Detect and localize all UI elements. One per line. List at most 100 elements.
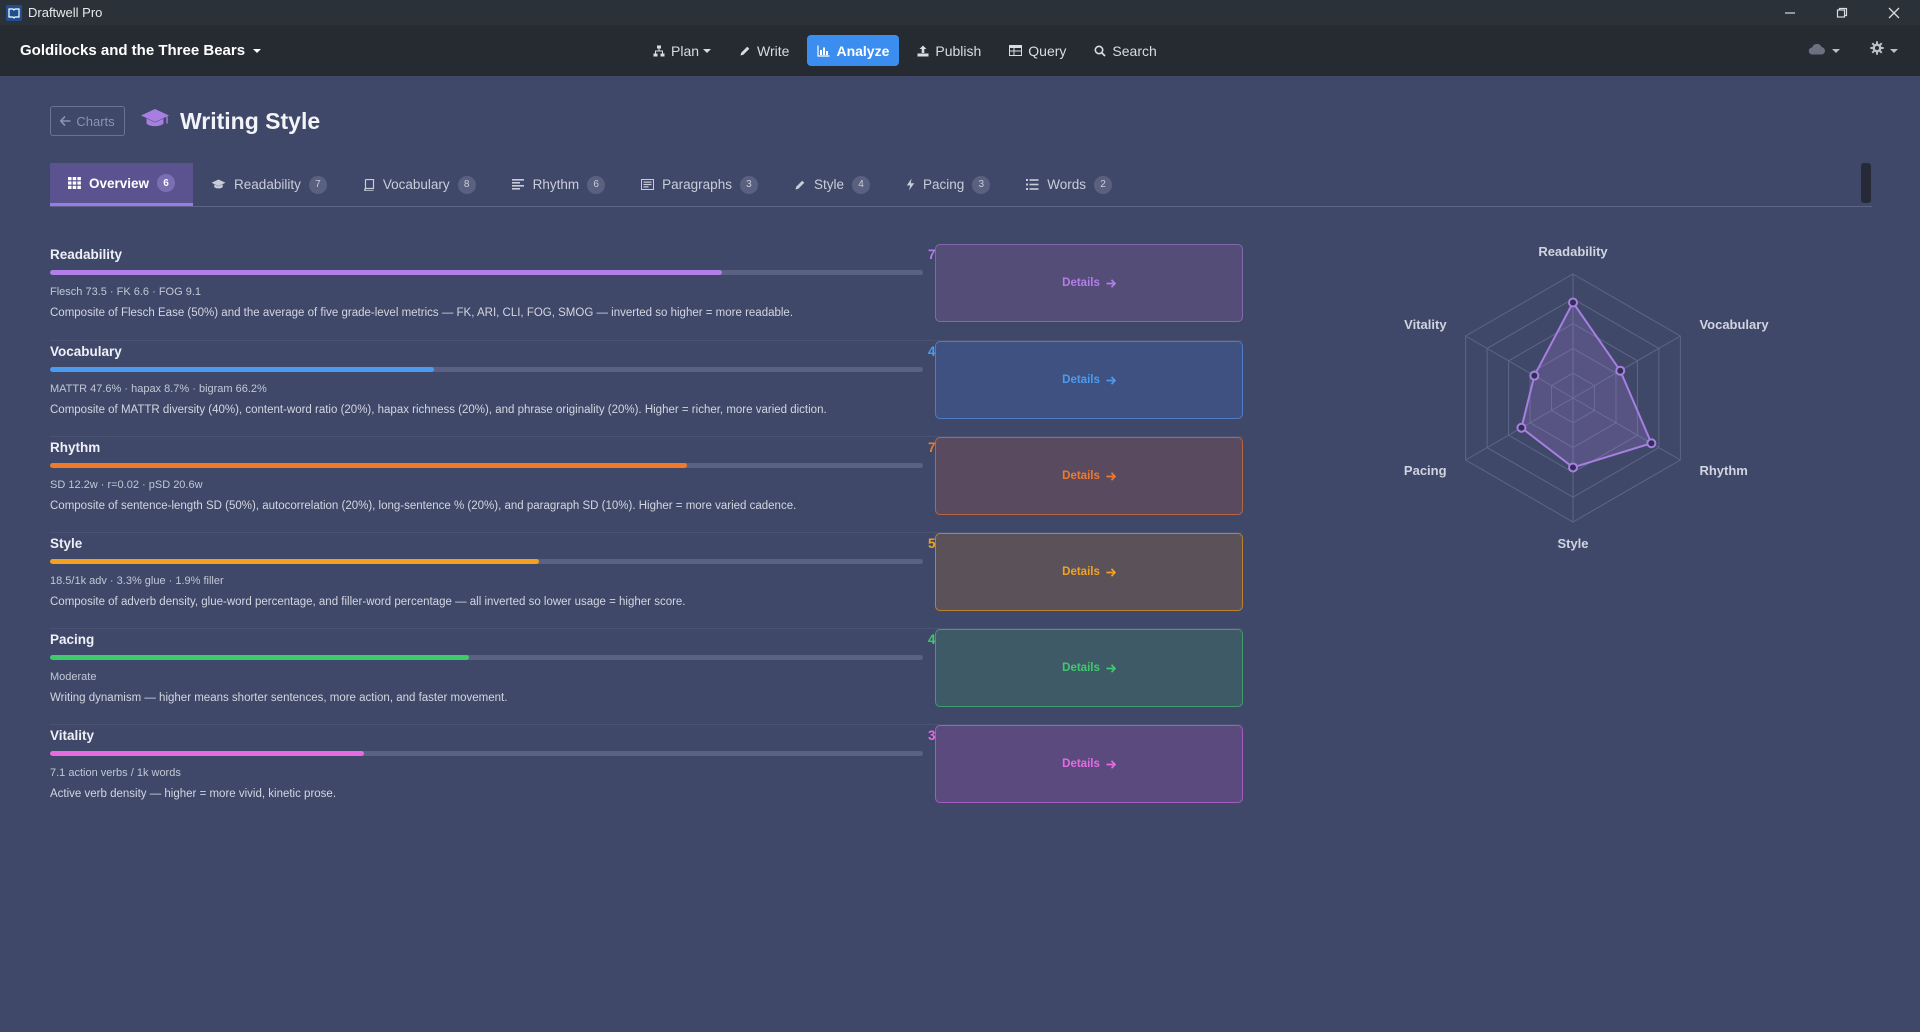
tab-pacing[interactable]: Pacing 3 xyxy=(888,163,1008,206)
metric-progress-fill xyxy=(50,270,723,275)
rhythm-details-button[interactable]: Details xyxy=(935,437,1243,515)
metric-description: Composite of Flesch Ease (50%) and the a… xyxy=(50,307,794,319)
table-icon xyxy=(1009,45,1023,56)
metric-progress-fill xyxy=(50,367,435,372)
nav-right-tools xyxy=(1778,25,1898,76)
tab-count-badge: 6 xyxy=(157,174,176,192)
chevron-down-icon xyxy=(1832,48,1840,53)
nav-query[interactable]: Query xyxy=(999,35,1076,66)
tab-rhythm[interactable]: Rhythm 6 xyxy=(494,163,624,206)
metric-readability: Readability 7.7 / 10 Flesch 73.5 · FK 6.… xyxy=(50,244,1243,340)
radar-chart-svg: Readability Vocabulary Rhythm Style Pacing Vi… xyxy=(1404,244,1769,551)
nav-analyze-label: Analyze xyxy=(836,42,890,59)
nav-publish[interactable]: Publish xyxy=(907,35,991,66)
vocabulary-details-button[interactable]: Details xyxy=(935,341,1243,419)
arrow-right-icon xyxy=(1106,375,1116,385)
metric-style: Style 5.6 / 10 18.5/1k adv · 3.3% glue ·… xyxy=(50,532,1243,628)
tab-pacing-label: Pacing xyxy=(922,177,965,192)
bar-chart-icon xyxy=(817,45,830,57)
metric-name: Rhythm xyxy=(50,440,101,455)
nav-search[interactable]: Search xyxy=(1084,35,1166,66)
radar-data-point xyxy=(1529,370,1540,381)
metric-description: Active verb density — higher = more vivi… xyxy=(50,788,337,800)
sitemap-icon xyxy=(653,45,665,57)
tab-words[interactable]: Words 2 xyxy=(1008,163,1130,206)
app-logo-icon xyxy=(6,4,22,21)
project-selector[interactable]: Goldilocks and the Three Bears xyxy=(20,25,262,76)
metric-description: Writing dynamism — higher means shorter … xyxy=(50,692,508,704)
tabs-scrollbar[interactable] xyxy=(1861,163,1871,203)
nav-query-label: Query xyxy=(1028,42,1067,59)
radar-axis-label: Vitality xyxy=(1404,317,1447,332)
metric-vitality: Vitality 3.6 / 10 7.1 action verbs / 1k … xyxy=(50,724,1243,820)
back-button-label: Charts xyxy=(76,113,115,129)
arrow-right-icon xyxy=(1106,663,1116,673)
arrow-right-icon xyxy=(1106,759,1116,769)
metric-stats: Moderate xyxy=(50,671,97,683)
nav-analyze[interactable]: Analyze xyxy=(807,35,900,66)
tab-style[interactable]: Style 4 xyxy=(776,163,888,206)
close-icon[interactable] xyxy=(1868,0,1920,25)
tab-count-badge: 3 xyxy=(972,175,991,194)
metric-progress-bar xyxy=(50,463,923,468)
radar-data-point xyxy=(1516,422,1527,433)
details-label: Details xyxy=(1062,277,1100,289)
metrics-list: Readability 7.7 / 10 Flesch 73.5 · FK 6.… xyxy=(50,244,1243,820)
nav-plan[interactable]: Plan xyxy=(643,35,721,66)
tab-count-badge: 2 xyxy=(1094,175,1113,194)
metric-name: Pacing xyxy=(50,632,95,647)
style-details-button[interactable]: Details xyxy=(935,533,1243,611)
align-left-icon xyxy=(511,179,525,190)
metric-progress-bar xyxy=(50,751,923,756)
metric-description: Composite of sentence-length SD (50%), a… xyxy=(50,500,797,512)
nav-write-label: Write xyxy=(757,42,790,59)
metric-name: Readability xyxy=(50,247,123,262)
metric-name: Style xyxy=(50,536,83,551)
readability-details-button[interactable]: Details xyxy=(935,244,1243,322)
minimize-icon[interactable] xyxy=(1764,0,1816,25)
tab-vocabulary[interactable]: Vocabulary 8 xyxy=(345,163,494,206)
radar-axis-label: Pacing xyxy=(1404,463,1447,478)
pacing-details-button[interactable]: Details xyxy=(935,629,1243,707)
list-icon xyxy=(1026,179,1039,190)
bolt-icon xyxy=(906,178,915,191)
nav-search-label: Search xyxy=(1112,42,1157,59)
metric-description: Composite of adverb density, glue-word p… xyxy=(50,596,686,608)
page-title: Writing Style xyxy=(180,107,321,134)
radar-axis-label: Readability xyxy=(1538,244,1608,259)
settings-button[interactable] xyxy=(1870,41,1898,60)
nav-write[interactable]: Write xyxy=(729,35,799,66)
tab-overview-label: Overview xyxy=(89,175,150,191)
cloud-sync-button[interactable] xyxy=(1808,42,1840,60)
vitality-details-button[interactable]: Details xyxy=(935,725,1243,803)
metric-pacing: Pacing 4.8 / 10 Moderate Writing dynamis… xyxy=(50,628,1243,724)
restore-icon[interactable] xyxy=(1816,0,1868,25)
paragraph-icon xyxy=(641,179,655,190)
radar-axis-label: Rhythm xyxy=(1699,463,1747,478)
nav-publish-label: Publish xyxy=(935,42,982,59)
tab-readability-label: Readability xyxy=(234,177,301,192)
tab-readability[interactable]: Readability 7 xyxy=(193,163,345,206)
tab-rhythm-label: Rhythm xyxy=(532,177,580,192)
metric-name: Vocabulary xyxy=(50,344,122,359)
gear-icon xyxy=(1870,41,1884,60)
cloud-icon xyxy=(1808,42,1826,60)
upload-icon xyxy=(917,45,929,57)
page-header: Writing Style xyxy=(140,104,320,138)
metric-progress-bar xyxy=(50,270,923,275)
pencil-icon xyxy=(794,179,806,191)
tab-paragraphs[interactable]: Paragraphs 3 xyxy=(623,163,776,206)
radar-data-point xyxy=(1568,462,1578,473)
metric-stats: 7.1 action verbs / 1k words xyxy=(50,767,181,779)
metric-progress-fill xyxy=(50,463,688,468)
metric-stats: MATTR 47.6% · hapax 8.7% · bigram 66.2% xyxy=(50,383,267,395)
app-title: Draftwell Pro xyxy=(28,5,103,20)
tab-overview[interactable]: Overview 6 xyxy=(50,163,194,206)
radar-axis-label: Vocabulary xyxy=(1699,317,1769,332)
back-to-charts-button[interactable]: Charts xyxy=(50,106,125,136)
metric-stats: Flesch 73.5 · FK 6.6 · FOG 9.1 xyxy=(50,286,201,298)
radar-data-point xyxy=(1646,438,1657,449)
style-radar-chart: Readability Vocabulary Rhythm Style Pacing Vi… xyxy=(1380,220,1780,580)
metric-vocabulary: Vocabulary 4.4 / 10 MATTR 47.6% · hapax … xyxy=(50,340,1243,436)
main-menu: Plan Write Analyze Publish Query Search xyxy=(643,25,1175,76)
